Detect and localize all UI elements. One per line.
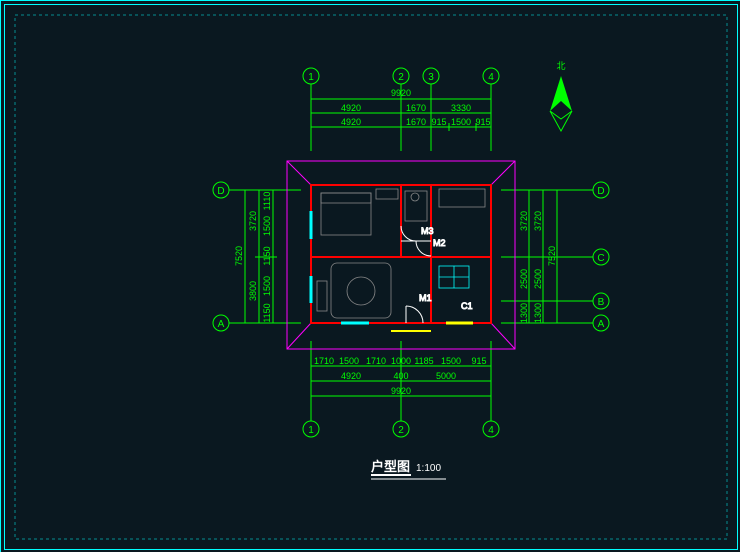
svg-text:1:100: 1:100	[416, 463, 441, 474]
axis-col-1: 1	[308, 72, 314, 83]
door-tag-m3: M3	[421, 226, 434, 236]
svg-text:户型图: 户型图	[371, 459, 410, 474]
svg-text:1500: 1500	[441, 356, 461, 366]
compass-icon: 北	[550, 61, 572, 131]
door-tag-m2: M2	[433, 238, 446, 248]
floor-plan-drawing: 1 2 3 4 1 2 4 D A D C B A 9920 4920 1670…	[1, 1, 740, 552]
svg-text:1300: 1300	[519, 303, 529, 323]
svg-text:915: 915	[471, 356, 486, 366]
svg-text:4920: 4920	[341, 103, 361, 113]
axis-row-B: B	[598, 297, 605, 308]
axis-col-2: 2	[398, 72, 404, 83]
svg-text:3720: 3720	[519, 211, 529, 231]
doors: M1 M2 M3 C1	[401, 226, 473, 323]
bottom-dimensions: 1710 1500 1710 1000 1185 1500 915 4920 4…	[311, 356, 491, 400]
svg-text:1500: 1500	[262, 276, 272, 296]
svg-text:1110: 1110	[262, 192, 272, 211]
svg-text:1150: 1150	[262, 303, 272, 322]
svg-text:1150: 1150	[262, 246, 272, 265]
svg-text:3720: 3720	[248, 211, 258, 231]
svg-text:1500: 1500	[262, 216, 272, 236]
svg-text:915: 915	[475, 117, 490, 127]
svg-text:3330: 3330	[451, 103, 471, 113]
cad-viewport[interactable]: 1 2 3 4 1 2 4 D A D C B A 9920 4920 1670…	[0, 0, 740, 552]
svg-text:4920: 4920	[341, 117, 361, 127]
svg-text:D: D	[597, 186, 604, 197]
top-dimensions: 9920 4920 1670 3330 4920 1670 915 1500 9…	[311, 88, 491, 131]
svg-text:915: 915	[431, 117, 446, 127]
svg-text:1185: 1185	[414, 356, 433, 366]
left-dimensions: 7520 3720 3800 1110 1500 1150 1500 1150	[234, 190, 277, 323]
axis-row-D: D	[217, 186, 224, 197]
svg-text:2500: 2500	[519, 269, 529, 289]
svg-text:7520: 7520	[234, 246, 244, 266]
svg-text:4: 4	[488, 425, 494, 436]
svg-text:北: 北	[556, 61, 565, 71]
axis-col-4: 4	[488, 72, 494, 83]
svg-text:1500: 1500	[339, 356, 359, 366]
svg-text:9920: 9920	[391, 386, 411, 396]
svg-text:4920: 4920	[341, 371, 361, 381]
window-tag-c1: C1	[461, 301, 473, 311]
door-tag-m1: M1	[419, 293, 432, 303]
svg-text:1670: 1670	[406, 117, 426, 127]
drawing-title: 户型图 1:100	[371, 459, 446, 479]
svg-text:5000: 5000	[436, 371, 456, 381]
svg-text:3800: 3800	[248, 281, 258, 301]
axis-row-C: C	[597, 253, 604, 264]
svg-text:2: 2	[398, 425, 404, 436]
svg-text:A: A	[598, 319, 605, 330]
svg-text:7520: 7520	[547, 246, 557, 266]
svg-text:2500: 2500	[533, 269, 543, 289]
svg-text:3720: 3720	[533, 211, 543, 231]
svg-text:1300: 1300	[533, 303, 543, 323]
axis-col-3: 3	[428, 72, 434, 83]
svg-text:1670: 1670	[406, 103, 426, 113]
svg-text:1: 1	[308, 425, 314, 436]
windows	[311, 211, 473, 323]
right-dimensions: 3720 2500 1300 3720 2500 1300 7520	[519, 190, 561, 323]
svg-text:1500: 1500	[451, 117, 471, 127]
svg-text:1710: 1710	[314, 356, 334, 366]
svg-text:1710: 1710	[366, 356, 386, 366]
axis-row-A: A	[218, 319, 225, 330]
svg-text:9920: 9920	[391, 88, 411, 98]
